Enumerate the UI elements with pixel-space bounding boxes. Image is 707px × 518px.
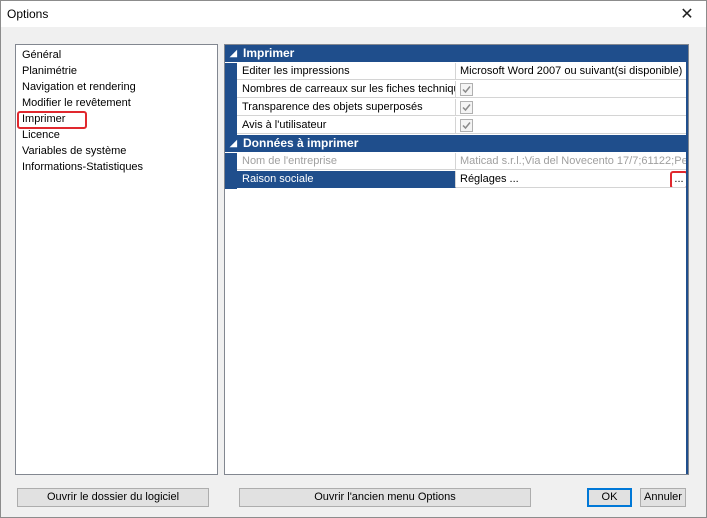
category-item-imprimer[interactable]: Imprimer bbox=[22, 111, 65, 127]
property-value[interactable]: Réglages ... ... bbox=[456, 171, 688, 188]
ok-button[interactable]: OK bbox=[587, 488, 632, 507]
row-gutter bbox=[225, 171, 237, 189]
collapse-triangle-icon[interactable]: ◢ bbox=[230, 135, 237, 152]
property-row[interactable]: Transparence des objets superposés bbox=[225, 99, 688, 117]
category-item-licence[interactable]: Licence bbox=[22, 127, 60, 143]
checkbox[interactable] bbox=[460, 83, 473, 96]
row-gutter bbox=[225, 81, 237, 99]
category-item-navigation[interactable]: Navigation et rendering bbox=[22, 79, 136, 95]
category-list: Général Planimétrie Navigation et render… bbox=[15, 44, 218, 475]
check-icon bbox=[462, 104, 471, 112]
collapse-triangle-icon[interactable]: ◢ bbox=[230, 45, 237, 62]
window-title: Options bbox=[7, 7, 49, 21]
section-header-donnees[interactable]: ◢ Données à imprimer bbox=[225, 135, 688, 152]
property-grid: ◢ Imprimer Editer les impressions Micros… bbox=[224, 44, 689, 475]
row-gutter bbox=[225, 117, 237, 135]
close-icon[interactable]: ✕ bbox=[670, 1, 704, 27]
property-value[interactable]: Microsoft Word 2007 ou suivant(si dispon… bbox=[456, 63, 688, 80]
row-gutter bbox=[225, 99, 237, 117]
category-item-variables[interactable]: Variables de système bbox=[22, 143, 126, 159]
property-value bbox=[456, 81, 688, 98]
property-name: Nombres de carreaux sur les fiches techn… bbox=[237, 81, 456, 98]
check-icon bbox=[462, 122, 471, 130]
property-value-text: Réglages ... bbox=[460, 173, 519, 185]
section-label: Données à imprimer bbox=[243, 136, 359, 150]
row-gutter bbox=[225, 153, 237, 171]
property-row-selected[interactable]: Raison sociale Réglages ... ... bbox=[225, 171, 688, 189]
title-bar: Options ✕ bbox=[1, 1, 706, 27]
checkbox[interactable] bbox=[460, 119, 473, 132]
checkbox[interactable] bbox=[460, 101, 473, 114]
property-row[interactable]: Nombres de carreaux sur les fiches techn… bbox=[225, 81, 688, 99]
property-name: Transparence des objets superposés bbox=[237, 99, 456, 116]
options-dialog: Options ✕ Général Planimétrie Navigation… bbox=[0, 0, 707, 518]
property-row[interactable]: Editer les impressions Microsoft Word 20… bbox=[225, 63, 688, 81]
row-gutter bbox=[225, 63, 237, 81]
category-item-general[interactable]: Général bbox=[22, 47, 61, 63]
property-name: Nom de l'entreprise bbox=[237, 153, 456, 170]
cancel-button[interactable]: Annuler bbox=[640, 488, 686, 507]
property-name: Avis à l'utilisateur bbox=[237, 117, 456, 134]
property-name: Editer les impressions bbox=[237, 63, 456, 80]
property-value: Maticad s.r.l.;Via del Novecento 17/7;61… bbox=[456, 153, 688, 170]
section-label: Imprimer bbox=[243, 46, 295, 60]
property-row[interactable]: Nom de l'entreprise Maticad s.r.l.;Via d… bbox=[225, 153, 688, 171]
property-row[interactable]: Avis à l'utilisateur bbox=[225, 117, 688, 135]
section-header-imprimer[interactable]: ◢ Imprimer bbox=[225, 45, 688, 62]
property-value bbox=[456, 117, 688, 134]
property-name: Raison sociale bbox=[237, 171, 456, 188]
category-item-planimetrie[interactable]: Planimétrie bbox=[22, 63, 77, 79]
check-icon bbox=[462, 86, 471, 94]
old-options-menu-button[interactable]: Ouvrir l'ancien menu Options bbox=[239, 488, 531, 507]
category-item-revetement[interactable]: Modifier le revêtement bbox=[22, 95, 131, 111]
grid-edge bbox=[686, 45, 688, 474]
open-folder-button[interactable]: Ouvrir le dossier du logiciel bbox=[17, 488, 209, 507]
category-item-informations[interactable]: Informations-Statistiques bbox=[22, 159, 143, 175]
property-value bbox=[456, 99, 688, 116]
